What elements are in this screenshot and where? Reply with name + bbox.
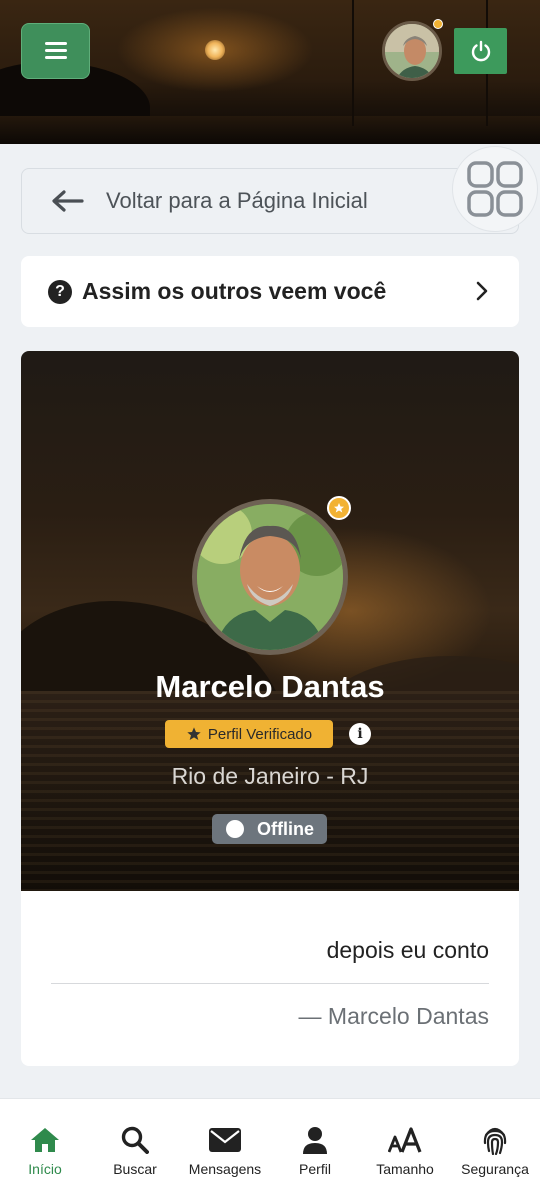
nav-label: Segurança xyxy=(461,1161,529,1177)
info-icon[interactable]: i xyxy=(349,723,371,745)
nav-label: Tamanho xyxy=(376,1161,434,1177)
online-status-dot xyxy=(433,19,443,29)
profile-avatar xyxy=(192,499,348,655)
divider xyxy=(51,983,489,984)
nav-item-seguranca[interactable]: Segurança xyxy=(455,1099,535,1200)
sea-strip xyxy=(0,116,540,144)
profile-cover: Marcelo Dantas Perfil Verificado i Rio d… xyxy=(21,351,519,891)
arrow-left-icon xyxy=(52,190,84,212)
power-icon xyxy=(471,40,490,62)
font-size-icon xyxy=(388,1125,422,1155)
verified-badge: Perfil Verificado xyxy=(165,720,333,748)
profile-preview-toggle[interactable]: ? Assim os outros veem você xyxy=(21,256,519,327)
profile-name: Marcelo Dantas xyxy=(155,669,385,704)
status-label: Offline xyxy=(257,818,314,839)
star-icon xyxy=(334,503,344,513)
status-badge: Offline xyxy=(212,814,327,844)
nav-item-tamanho[interactable]: Tamanho xyxy=(365,1099,445,1200)
hamburger-icon xyxy=(44,42,67,60)
home-icon xyxy=(30,1125,60,1155)
profile-card: Marcelo Dantas Perfil Verificado i Rio d… xyxy=(21,351,519,1066)
nav-label: Buscar xyxy=(113,1161,157,1177)
envelope-icon xyxy=(209,1125,241,1155)
status-dot xyxy=(226,820,244,838)
nav-item-buscar[interactable]: Buscar xyxy=(100,1099,170,1200)
back-label: Voltar para a Página Inicial xyxy=(106,188,368,213)
back-to-home-button[interactable]: Voltar para a Página Inicial xyxy=(21,168,519,234)
menu-button[interactable] xyxy=(21,23,90,79)
nav-item-perfil[interactable]: Perfil xyxy=(285,1099,345,1200)
featured-star-badge xyxy=(327,496,351,520)
verified-label: Perfil Verificado xyxy=(207,725,313,743)
user-icon xyxy=(302,1125,328,1155)
header-banner xyxy=(0,0,540,144)
search-icon xyxy=(121,1125,149,1155)
bottom-navigation: Início Buscar Mensagens Perfil Tamanho S… xyxy=(0,1098,540,1200)
nav-item-inicio[interactable]: Início xyxy=(15,1099,75,1200)
logout-button[interactable] xyxy=(454,28,507,74)
nav-item-mensagens[interactable]: Mensagens xyxy=(180,1099,270,1200)
profile-preview-label: Assim os outros veem você xyxy=(82,278,387,304)
header-avatar[interactable] xyxy=(382,21,442,81)
star-icon xyxy=(187,727,201,740)
nav-label: Início xyxy=(28,1161,62,1177)
grid-icon xyxy=(467,161,523,217)
profile-quote: depois eu conto xyxy=(326,937,489,963)
nav-label: Perfil xyxy=(299,1161,331,1177)
app-screen: Voltar para a Página Inicial ? Assim os … xyxy=(0,0,540,1200)
fingerprint-icon xyxy=(482,1125,508,1155)
quote-author: — Marcelo Dantas xyxy=(298,1003,489,1029)
profile-location: Rio de Janeiro - RJ xyxy=(171,763,369,789)
chevron-right-icon xyxy=(476,281,488,301)
sunset-sun xyxy=(205,40,225,60)
apps-grid-button[interactable] xyxy=(452,146,538,232)
boat-mast xyxy=(352,0,354,126)
nav-label: Mensagens xyxy=(188,1161,262,1177)
question-circle-icon: ? xyxy=(48,279,72,304)
